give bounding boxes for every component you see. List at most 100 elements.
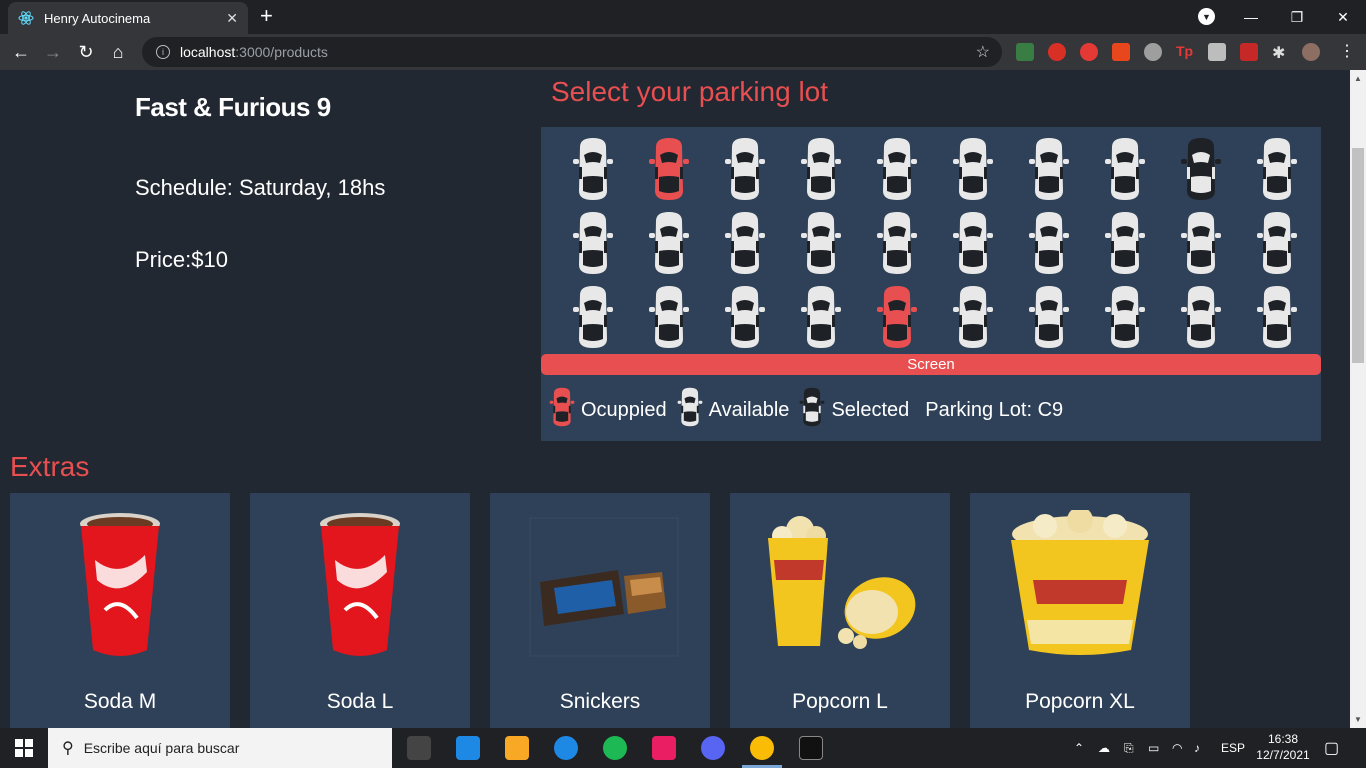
parking-slot-a7-available[interactable] [1011,132,1087,206]
product-card-soda-m[interactable]: Soda M [10,493,230,728]
available-car-icon [649,286,689,348]
spotify-icon[interactable] [603,736,627,760]
restore-button[interactable]: ❐ [1274,0,1320,34]
available-car-icon [573,212,613,274]
notifications-icon[interactable]: ▢ [1324,728,1339,768]
wifi-icon[interactable]: ◠ [1172,728,1182,768]
home-icon[interactable]: ⌂ [107,41,129,63]
parking-slot-b3-available[interactable] [707,206,783,280]
parking-slot-c3-available[interactable] [707,280,783,354]
parking-slot-a9-selected[interactable] [1163,132,1239,206]
parking-slot-c6-available[interactable] [935,280,1011,354]
parking-slot-a5-available[interactable] [859,132,935,206]
tab-title: Henry Autocinema [44,10,151,26]
onedrive-icon[interactable]: ☁ [1098,728,1110,768]
parking-slot-a1-available[interactable] [555,132,631,206]
bookmark-star-icon[interactable]: ☆ [976,42,990,62]
barcode-extension-icon[interactable] [1208,43,1226,61]
chrome-icon[interactable] [750,736,774,760]
parking-slot-c8-available[interactable] [1087,280,1163,354]
tp-extension-icon[interactable]: Tp [1176,43,1194,61]
url-path: :3000/products [235,44,328,60]
parking-slot-b5-available[interactable] [859,206,935,280]
parking-slot-b1-available[interactable] [555,206,631,280]
compass-extension-icon[interactable] [1144,43,1162,61]
selected-lot-label: Parking Lot: C9 [925,398,1064,421]
discord-icon[interactable] [701,736,725,760]
new-tab-button[interactable]: + [260,5,273,27]
usb-icon[interactable]: ⎘ [1124,728,1134,768]
available-car-icon [953,138,993,200]
windows-start-icon[interactable] [0,728,48,768]
site-info-icon[interactable]: i [156,45,170,59]
parking-slot-c9-available[interactable] [1163,280,1239,354]
product-card-soda-l[interactable]: Soda L [250,493,470,728]
product-card-popcorn-xl[interactable]: Popcorn XL [970,493,1190,728]
parking-slot-a4-available[interactable] [783,132,859,206]
chevron-down-icon[interactable]: ▼ [1198,8,1215,25]
browser-tab-strip: Henry Autocinema ✕ + ▼ — ❐ ✕ [0,0,1366,34]
parking-slot-c2-available[interactable] [631,280,707,354]
minimize-button[interactable]: — [1228,0,1274,34]
available-car-icon [1181,286,1221,348]
extension-green-icon[interactable] [1016,43,1034,61]
parking-slot-a6-available[interactable] [935,132,1011,206]
screen-bar: Screen [541,354,1321,375]
parking-slot-b6-available[interactable] [935,206,1011,280]
window-close-button[interactable]: ✕ [1320,0,1366,34]
puzzle-extensions-icon[interactable]: ✱ [1272,43,1290,62]
product-card-popcorn-l[interactable]: Popcorn L [730,493,950,728]
parking-slot-a2-occupied [631,132,707,206]
adblock-icon[interactable] [1048,43,1066,61]
page-scrollbar[interactable]: ▲ ▼ [1350,70,1366,728]
parking-slot-b4-available[interactable] [783,206,859,280]
store-icon[interactable] [407,736,431,760]
taskbar-clock[interactable]: 16:38 12/7/2021 [1254,731,1312,763]
mail-icon[interactable] [456,736,480,760]
parking-slot-a3-available[interactable] [707,132,783,206]
battery-icon[interactable]: ▭ [1148,728,1159,768]
file-explorer-icon[interactable] [505,736,529,760]
red-extension-icon[interactable] [1240,43,1258,61]
legend-available-label: Available [708,398,790,421]
popcorn-bucket-image [980,505,1180,665]
forward-arrow-icon[interactable]: → [42,41,64,63]
parking-slot-c7-available[interactable] [1011,280,1087,354]
parking-slot-c4-available[interactable] [783,280,859,354]
available-car-icon [725,212,765,274]
coca-cola-cup-image [260,505,460,665]
taskbar-search-input[interactable]: ⚲ Escribe aquí para buscar [48,728,392,768]
tray-chevron-up-icon[interactable]: ⌃ [1074,728,1084,768]
office-icon[interactable] [1112,43,1130,61]
address-bar[interactable]: i localhost :3000/products ☆ [142,37,1002,67]
menu-dots-icon[interactable]: ⋮ [1336,41,1358,63]
parking-slot-b8-available[interactable] [1087,206,1163,280]
slack-icon[interactable] [652,736,676,760]
parking-heading: Select your parking lot [551,76,829,107]
browser-tab[interactable]: Henry Autocinema ✕ [8,2,248,34]
edge-icon[interactable] [554,736,578,760]
parking-slot-b7-available[interactable] [1011,206,1087,280]
volume-icon[interactable]: ♪ [1194,728,1200,768]
parking-slot-a10-available[interactable] [1239,132,1315,206]
language-indicator[interactable]: ESP [1221,728,1245,768]
stop-extension-icon[interactable] [1080,43,1098,61]
scroll-up-icon[interactable]: ▲ [1354,74,1362,83]
scroll-down-icon[interactable]: ▼ [1354,715,1362,724]
parking-slot-a8-available[interactable] [1087,132,1163,206]
close-tab-icon[interactable]: ✕ [226,10,238,27]
available-car-icon [1105,138,1145,200]
reload-icon[interactable]: ↻ [75,41,97,63]
parking-slot-b10-available[interactable] [1239,206,1315,280]
parking-slot-c1-available[interactable] [555,280,631,354]
parking-slot-c10-available[interactable] [1239,280,1315,354]
windows-taskbar: ⚲ Escribe aquí para buscar ⌃ ☁ ⎘ ▭ ◠ ♪ E… [0,728,1366,768]
terminal-icon[interactable] [799,736,823,760]
parking-slot-b2-available[interactable] [631,206,707,280]
back-arrow-icon[interactable]: ← [10,41,32,63]
product-card-snickers[interactable]: Snickers [490,493,710,728]
scroll-thumb[interactable] [1352,148,1364,363]
parking-slot-b9-available[interactable] [1163,206,1239,280]
legend-selected-label: Selected [831,398,910,421]
profile-avatar[interactable] [1302,43,1320,61]
